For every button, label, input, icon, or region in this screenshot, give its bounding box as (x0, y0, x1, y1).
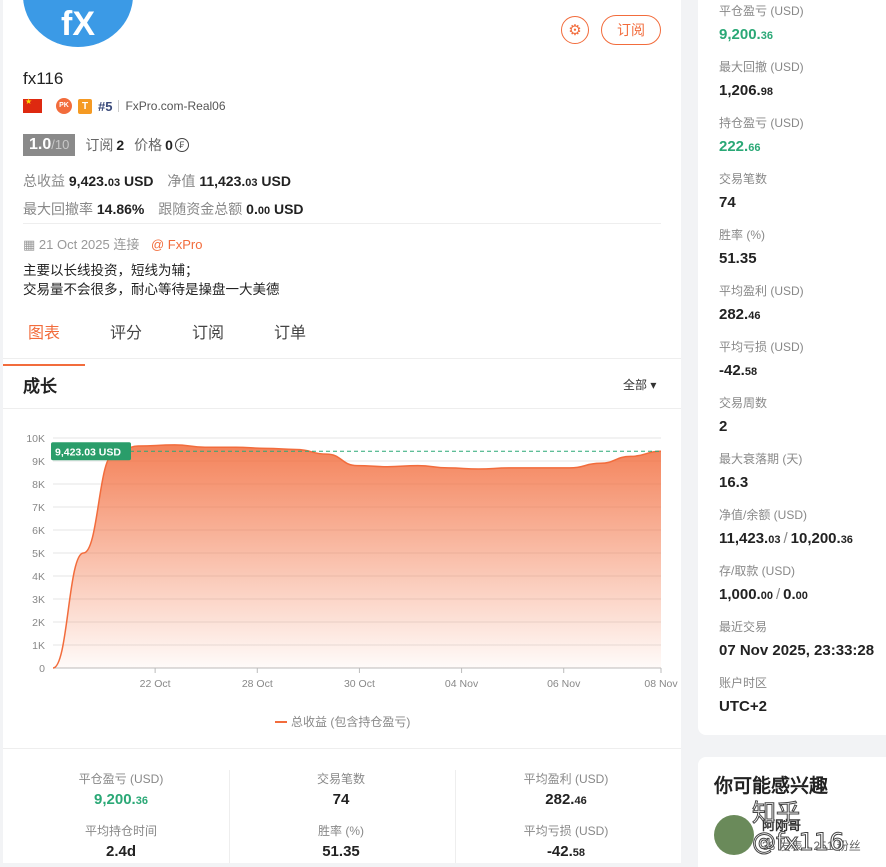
divider (23, 223, 661, 224)
y-tick-label: 3K (32, 594, 45, 606)
tab-chart[interactable]: 图表 (3, 318, 85, 366)
growth-chart[interactable]: 0 1K 2K 3K 4K 5K 6K 7K 8K 9K 10K 22 Oct 28 Oct 30 Oc… (3, 420, 681, 700)
total-profit-value: 9,423.03 USD (68, 173, 154, 189)
metric-avg-hold-time: 平均持仓时间 2.4d (84, 824, 157, 860)
drawdown-follow-line: 最大回撤率 14.86% 跟随资金总额 0.00 USD (23, 199, 314, 219)
rank-badge: #5 (98, 98, 113, 114)
y-tick-label: 5K (32, 548, 45, 560)
tab-subscriptions[interactable]: 订阅 (167, 318, 249, 358)
price-value: 0 (165, 137, 173, 153)
side-win-rate: 胜率 (%) 51.35 (719, 228, 765, 267)
joined-date: 21 Oct 2025 连接 (38, 237, 140, 252)
tab-bar: 图表 评分 订阅 订单 (3, 318, 681, 366)
metric-avg-loss: 平均亏损 (USD) -42.58 (523, 824, 609, 860)
y-tick-label: 7K (32, 502, 45, 514)
watermark: 知乎 @fx116 (752, 799, 845, 857)
x-tick-label: 04 Nov (445, 678, 479, 690)
x-tick-label: 30 Oct (344, 678, 375, 690)
profit-equity-line: 总收益 9,423.03 USD 净值 11,423.03 USD (23, 171, 301, 191)
t-badge-icon: T (78, 98, 92, 114)
total-profit-label: 总收益 (23, 173, 65, 189)
side-deposit-withdraw: 存/取款 (USD) 1,000.00/0.00 (719, 564, 808, 603)
range-value: 全部 (623, 378, 648, 392)
x-tick-label: 22 Oct (140, 678, 171, 690)
equity-value: 11,423.03 USD (199, 173, 291, 189)
side-timezone: 账户时区 UTC+2 (719, 676, 768, 715)
side-equity-balance: 净值/余额 (USD) 11,423.03/10,200.36 (719, 508, 853, 547)
max-drawdown-value: 14.86% (96, 201, 145, 217)
stats-sidebar: 平仓盈亏 (USD) 9,200.36 最大回撤 (USD) 1,206.98 … (698, 0, 886, 735)
legend-label: 总收益 (包含持仓盈亏) (291, 715, 411, 729)
metrics-divider (3, 748, 681, 749)
calendar-icon: ▦ (23, 237, 36, 252)
badge-row: PK T #5 FxPro.com-Real06 (23, 97, 226, 115)
side-avg-profit: 平均盈利 (USD) 282.46 (719, 284, 804, 323)
metric-divider (229, 770, 230, 863)
pk-badge-icon: PK (56, 98, 72, 114)
y-tick-label: 4K (32, 571, 45, 583)
badge-divider (118, 100, 120, 112)
score-row: 1.0/10 订阅 2 价格 0 ₣ (23, 133, 189, 157)
y-tick-label: 0 (39, 663, 45, 675)
y-tick-label: 6K (32, 525, 45, 537)
subs-label: 订阅 (85, 137, 114, 153)
chart-divider (3, 408, 681, 409)
side-open-pnl: 持仓盈亏 (USD) 222.66 (719, 116, 804, 155)
current-value-tag: 9,423.03 USD (51, 442, 131, 461)
subscribe-button[interactable]: 订阅 (601, 15, 661, 45)
broker-account: FxPro.com-Real06 (125, 99, 226, 113)
side-last-trade: 最近交易 07 Nov 2025, 23:33:28 (719, 620, 875, 659)
range-select[interactable]: 全部 ▾ (623, 376, 656, 393)
current-value-label: 9,423.03 USD (55, 446, 121, 458)
side-max-drawdown: 最大回撤 (USD) 1,206.98 (719, 60, 804, 99)
avatar[interactable]: fX (23, 0, 133, 47)
metric-closed-pnl: 平仓盈亏 (USD) 9,200.36 (78, 772, 164, 808)
score-max: /10 (51, 137, 70, 152)
tab-rating[interactable]: 评分 (85, 318, 167, 358)
joined-line: ▦ 21 Oct 2025 连接 @ FxPro (23, 234, 202, 253)
legend-swatch (275, 720, 287, 723)
y-tick-label: 9K (32, 456, 45, 468)
metric-trade-count: 交易笔数 74 (316, 772, 365, 808)
price-label: 价格 (134, 137, 163, 153)
metric-divider (455, 770, 456, 863)
equity-label: 净值 (167, 173, 196, 189)
follow-funds-value: 0.00 USD (246, 201, 304, 217)
growth-title: 成长 (23, 377, 57, 396)
side-closed-pnl: 平仓盈亏 (USD) 9,200.36 (719, 4, 804, 43)
side-trade-weeks: 交易周数 2 (719, 396, 768, 435)
main-panel: fX ⚙ 订阅 fx116 PK T #5 FxPro.com-Real06 1… (3, 0, 681, 863)
subs-value: 2 (116, 137, 125, 153)
score-badge: 1.0/10 (23, 134, 76, 156)
max-drawdown-label: 最大回撤率 (23, 201, 93, 217)
follow-funds-label: 跟随资金总额 (158, 201, 243, 217)
currency-icon: ₣ (174, 138, 189, 152)
username: fx116 (23, 69, 64, 88)
bio: 主要以长线投资，短线为辅； 交易量不会很多，耐心等待是操盘一大美德 (23, 261, 280, 299)
growth-area (53, 444, 661, 668)
broker-link[interactable]: @ FxPro (151, 237, 202, 252)
china-flag-icon (23, 97, 42, 113)
chart-legend[interactable]: 总收益 (包含持仓盈亏) (275, 713, 410, 730)
metric-avg-profit: 平均盈利 (USD) 282.46 (523, 772, 609, 808)
y-tick-label: 10K (26, 433, 45, 445)
bio-line-1: 主要以长线投资，短线为辅； (23, 263, 199, 278)
tab-orders[interactable]: 订单 (249, 318, 331, 358)
y-tick-label: 1K (32, 640, 45, 652)
side-trade-count: 交易笔数 74 (719, 172, 768, 211)
metric-win-rate: 胜率 (%) 51.35 (318, 824, 364, 860)
x-tick-label: 08 Nov (644, 678, 678, 690)
recommended-avatar[interactable] (714, 815, 754, 855)
y-tick-label: 8K (32, 479, 45, 491)
score-value: 1.0 (29, 136, 52, 153)
side-avg-loss: 平均亏损 (USD) -42.58 (719, 340, 804, 379)
x-tick-label: 06 Nov (547, 678, 581, 690)
side-max-decline-period: 最大衰落期 (天) 16.3 (719, 452, 803, 491)
chevron-down-icon: ▾ (650, 378, 657, 392)
x-tick-label: 28 Oct (242, 678, 273, 690)
bio-line-2: 交易量不会很多，耐心等待是操盘一大美德 (23, 282, 280, 297)
settings-gear-icon[interactable]: ⚙ (561, 16, 589, 44)
y-tick-label: 2K (32, 617, 45, 629)
